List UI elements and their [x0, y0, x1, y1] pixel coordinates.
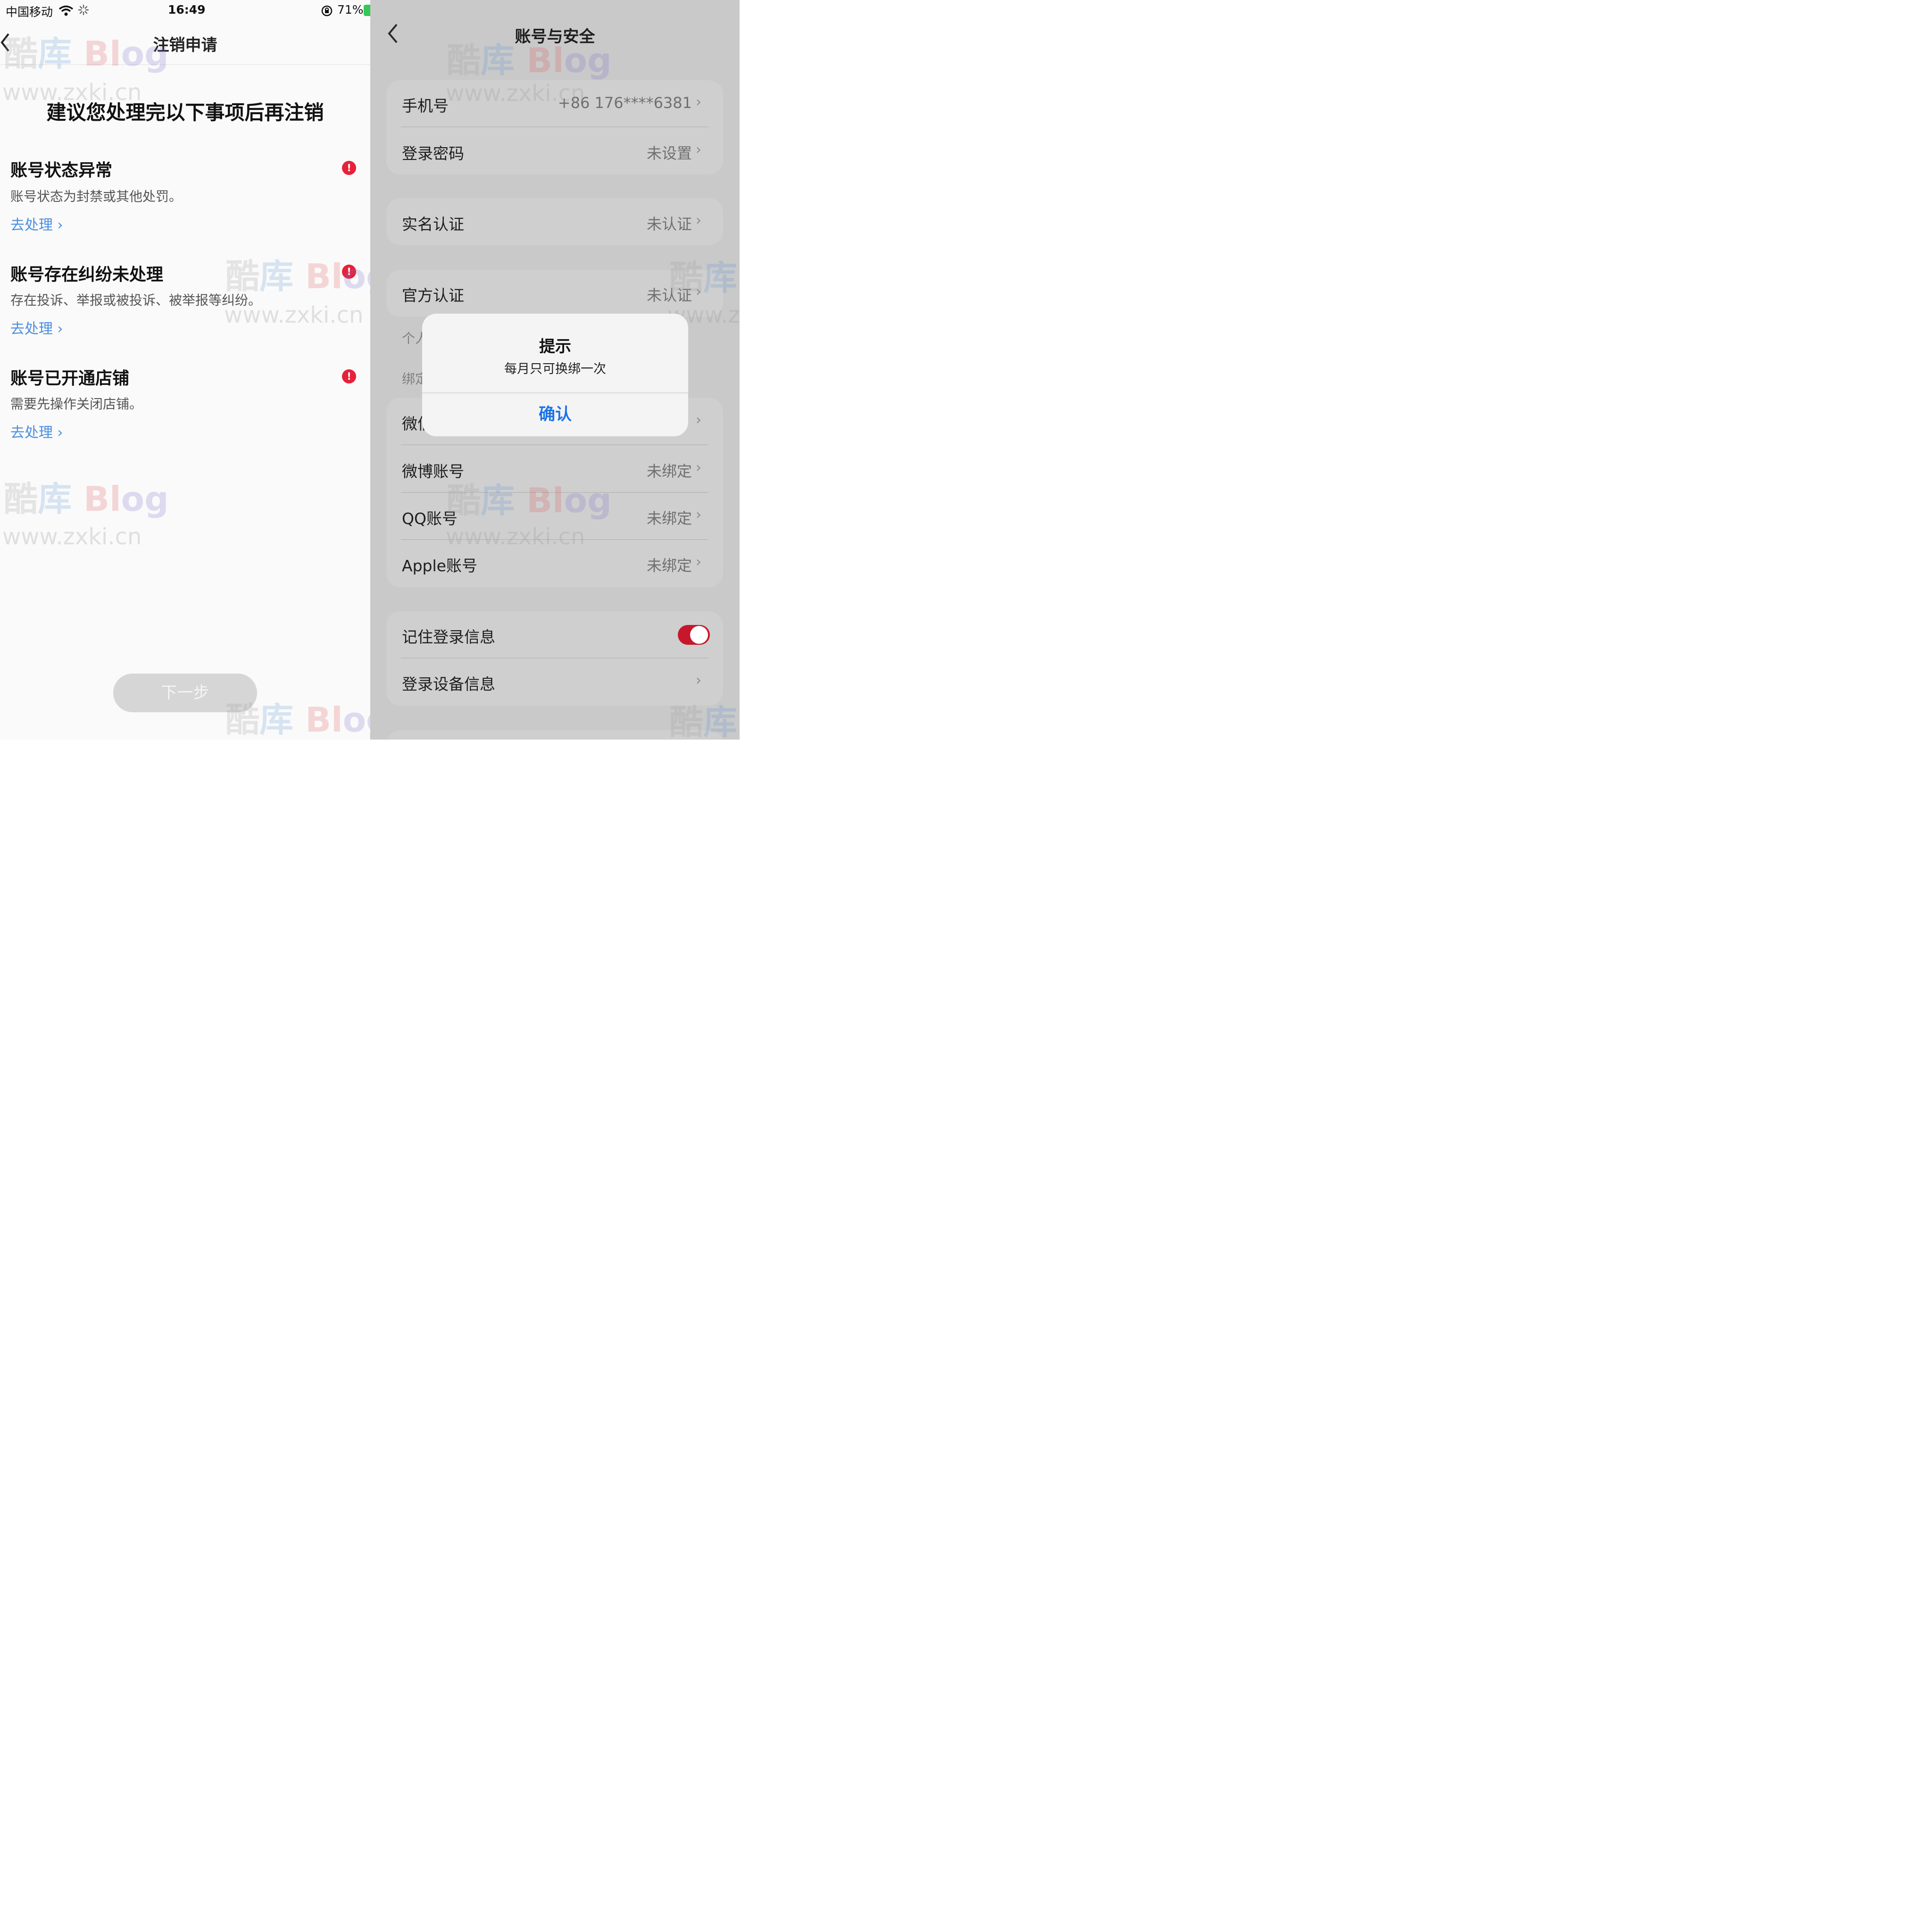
watermark-logo: 酷库 — [669, 258, 738, 298]
carrier-label: 中国移动 — [6, 5, 53, 19]
handle-link-dispute[interactable]: 去处理 › — [10, 317, 63, 338]
watermark-logo: 酷库 Blog — [447, 481, 612, 520]
apple-label: Apple账号 — [402, 557, 477, 575]
left-screen: 中国移动 16:49 71% 注销申请 建议您处理完以下事项后再注销 账号状态异… — [0, 0, 391, 740]
item-title-shop: 账号已开通店铺 — [10, 369, 130, 388]
loading-spinner-icon — [78, 4, 89, 16]
watermark-logo: 酷库 Blog — [4, 479, 169, 519]
right-screen: 账号与安全 手机号 +86 176****6381 › 登录密码 未设置 › 实… — [370, 0, 740, 740]
chevron-right-icon: › — [696, 212, 701, 229]
watermark-logo: 酷库 Blog — [4, 34, 169, 74]
realname-label: 实名认证 — [402, 215, 464, 233]
watermark-logo: 酷库 — [669, 702, 738, 740]
dialog-title: 提示 — [539, 337, 571, 356]
battery-percent: 71% — [337, 3, 364, 17]
chevron-right-icon[interactable]: › — [696, 672, 701, 689]
watermark-url: www.zxki.cn — [2, 524, 142, 550]
item-title-dispute: 账号存在纠纷未处理 — [10, 265, 164, 284]
watermark-logo: 酷库 Blog — [447, 41, 612, 80]
password-value[interactable]: 未设置 — [573, 142, 692, 163]
weibo-label: 微博账号 — [402, 462, 464, 481]
watermark-logo: 酷库 Blog — [225, 257, 391, 296]
handle-link-abnormal-status[interactable]: 去处理 › — [10, 213, 63, 234]
item-title-abnormal-status: 账号状态异常 — [10, 161, 113, 180]
weibo-value[interactable]: 未绑定 — [573, 459, 692, 481]
remember-login-toggle[interactable] — [678, 625, 710, 645]
confirm-button[interactable]: 确认 — [422, 393, 688, 436]
warning-icon: ! — [342, 369, 356, 383]
watermark-url: www.zxki.cn — [2, 79, 142, 106]
rotation-lock-icon — [321, 5, 333, 17]
dialog-message: 每月只可换绑一次 — [504, 362, 606, 376]
remember-login-label: 记住登录信息 — [402, 628, 495, 646]
item-desc-shop: 需要先操作关闭店铺。 — [10, 396, 143, 412]
handle-link-shop[interactable]: 去处理 › — [10, 421, 63, 441]
chevron-right-icon: › — [696, 554, 701, 570]
battery-icon — [364, 5, 370, 16]
chevron-right-icon: › — [696, 507, 701, 523]
login-devices-label: 登录设备信息 — [402, 675, 495, 693]
clock: 16:49 — [168, 3, 206, 17]
password-label: 登录密码 — [402, 144, 464, 163]
item-desc-abnormal-status: 账号状态为封禁或其他处罚。 — [10, 189, 183, 204]
watermark-url: www.zxki.cn — [446, 80, 585, 107]
chevron-right-icon: › — [696, 94, 701, 110]
chevron-right-icon: › — [696, 412, 701, 428]
realname-value[interactable]: 未认证 — [573, 212, 692, 234]
official-label: 官方认证 — [402, 286, 464, 305]
alert-dialog: 提示 每月只可换绑一次 确认 — [422, 314, 688, 436]
apple-value[interactable]: 未绑定 — [573, 554, 692, 575]
chevron-right-icon: › — [696, 459, 701, 476]
row-divider — [401, 126, 708, 127]
watermark-url: www.zxki.cn — [446, 524, 585, 550]
row-divider — [401, 444, 708, 445]
watermark-logo: 酷库 Blog — [225, 700, 391, 740]
wifi-icon — [58, 5, 74, 16]
phone-label: 手机号 — [402, 97, 449, 115]
warning-icon: ! — [342, 161, 356, 175]
toggle-knob — [690, 626, 708, 644]
watermark-url: www.zxki.cn — [224, 302, 364, 328]
chevron-right-icon: › — [696, 142, 701, 158]
